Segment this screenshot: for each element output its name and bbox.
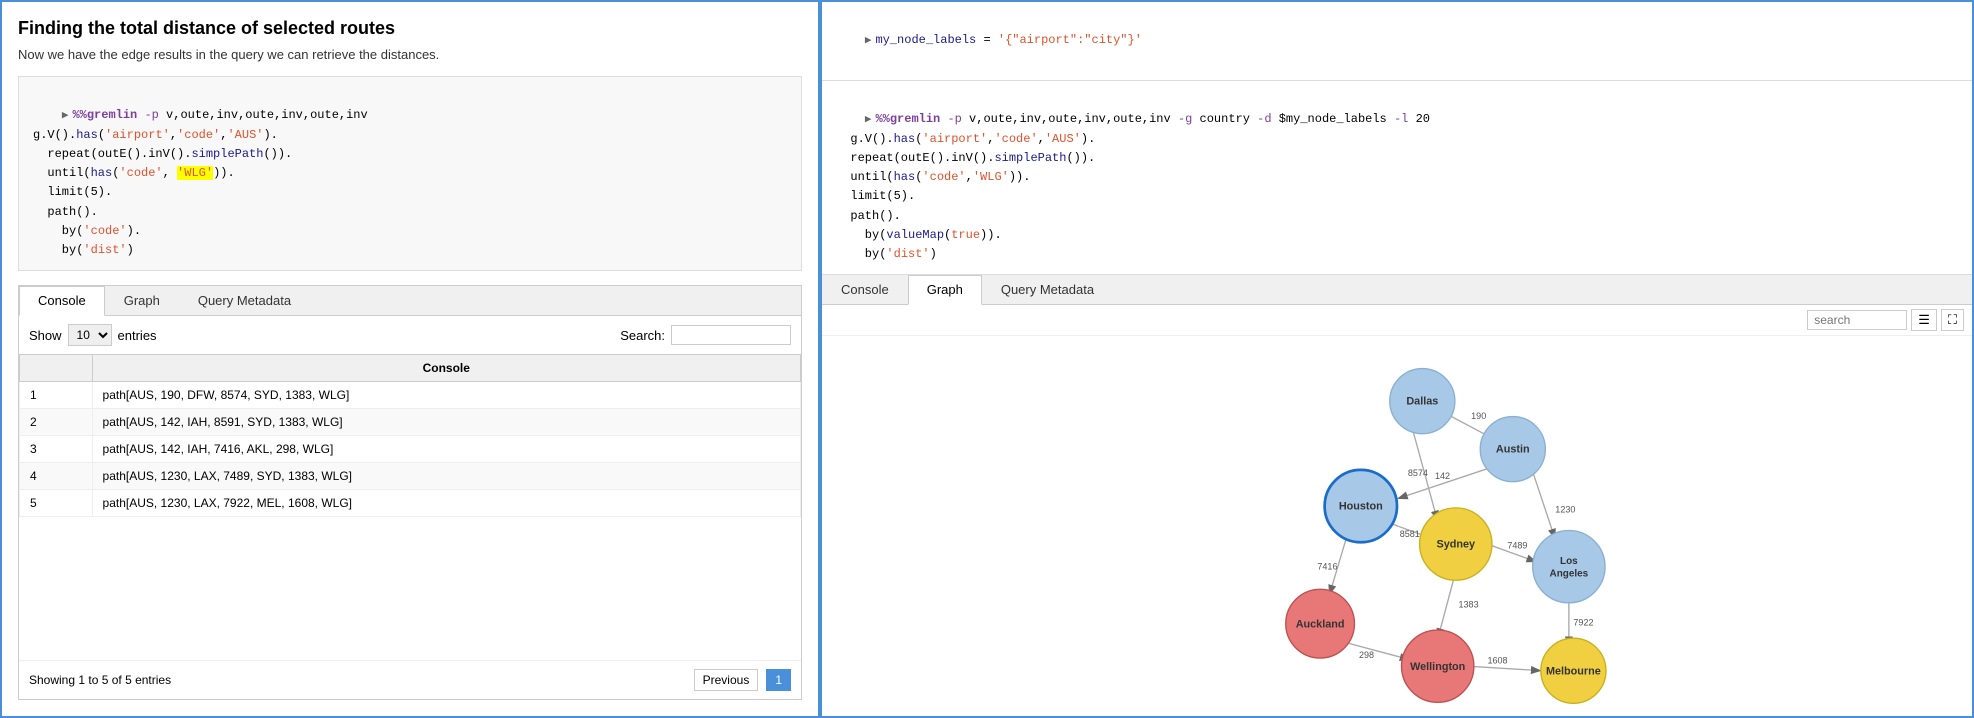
- svg-text:1383: 1383: [1459, 599, 1479, 609]
- svg-text:190: 190: [1471, 411, 1486, 421]
- left-bottom: Console Graph Query Metadata Show 10 25 …: [18, 285, 802, 700]
- left-panel: Finding the total distance of selected r…: [0, 0, 820, 718]
- table-row: 1path[AUS, 190, DFW, 8574, SYD, 1383, WL…: [20, 382, 801, 409]
- svg-text:Houston: Houston: [1339, 501, 1383, 513]
- table-search-input[interactable]: [671, 325, 791, 345]
- footer-text: Showing 1 to 5 of 5 entries: [29, 673, 171, 687]
- table-row: 3path[AUS, 142, IAH, 7416, AKL, 298, WLG…: [20, 436, 801, 463]
- row-value: path[AUS, 190, DFW, 8574, SYD, 1383, WLG…: [92, 382, 800, 409]
- search-label-text: Search:: [620, 328, 665, 343]
- right-code-block: ▶%%gremlin -p v,oute,inv,oute,inv,oute,i…: [822, 81, 1972, 275]
- row-value: path[AUS, 142, IAH, 7416, AKL, 298, WLG]: [92, 436, 800, 463]
- entries-label: entries: [118, 328, 157, 343]
- svg-text:Angeles: Angeles: [1550, 569, 1589, 580]
- table-row: 4path[AUS, 1230, LAX, 7489, SYD, 1383, W…: [20, 463, 801, 490]
- search-label-area: Search:: [620, 325, 791, 345]
- left-tabs-bar: Console Graph Query Metadata: [19, 286, 801, 316]
- run-icon-right2: ▶: [865, 112, 872, 130]
- tab-query-metadata-left[interactable]: Query Metadata: [179, 286, 310, 315]
- svg-text:8574: 8574: [1408, 468, 1428, 478]
- svg-text:8581: 8581: [1400, 529, 1420, 539]
- right-tabs-area: Console Graph Query Metadata ☰ ⛶ 190: [822, 275, 1972, 716]
- list-view-button[interactable]: ☰: [1911, 309, 1937, 331]
- svg-text:7416: 7416: [1317, 561, 1337, 571]
- tab-graph-left[interactable]: Graph: [105, 286, 179, 315]
- show-label: Show: [29, 328, 62, 343]
- right-panel: ▶my_node_labels = '{"airport":"city"}' ▶…: [820, 0, 1974, 718]
- tab-graph-right[interactable]: Graph: [908, 275, 982, 305]
- page-title: Finding the total distance of selected r…: [18, 18, 802, 39]
- table-row: 2path[AUS, 142, IAH, 8591, SYD, 1383, WL…: [20, 409, 801, 436]
- right-tabs-bar: Console Graph Query Metadata: [822, 275, 1972, 305]
- show-entries: Show 10 25 50 entries: [29, 324, 157, 346]
- subtitle: Now we have the edge results in the quer…: [18, 47, 802, 62]
- row-num: 4: [20, 463, 93, 490]
- row-value: path[AUS, 1230, LAX, 7922, MEL, 1608, WL…: [92, 490, 800, 517]
- row-num: 5: [20, 490, 93, 517]
- svg-text:Melbourne: Melbourne: [1546, 665, 1601, 677]
- row-num: 3: [20, 436, 93, 463]
- row-value: path[AUS, 142, IAH, 8591, SYD, 1383, WLG…: [92, 409, 800, 436]
- entries-select[interactable]: 10 25 50: [68, 324, 112, 346]
- svg-text:142: 142: [1435, 471, 1450, 481]
- svg-text:7489: 7489: [1507, 541, 1527, 551]
- table-row: 5path[AUS, 1230, LAX, 7922, MEL, 1608, W…: [20, 490, 801, 517]
- fullscreen-button[interactable]: ⛶: [1941, 309, 1964, 331]
- tab-console-right[interactable]: Console: [822, 275, 908, 304]
- col-num-header: [20, 355, 93, 382]
- prev-button[interactable]: Previous: [694, 669, 759, 691]
- graph-svg: 190 8574 142 1230 8581 7489 1383: [822, 336, 1972, 716]
- svg-text:Los: Los: [1560, 556, 1578, 567]
- run-icon: ▶: [62, 108, 69, 126]
- table-footer: Showing 1 to 5 of 5 entries Previous 1: [19, 660, 801, 699]
- results-table: Console 1path[AUS, 190, DFW, 8574, SYD, …: [19, 354, 801, 517]
- svg-text:Sydney: Sydney: [1437, 539, 1476, 551]
- run-icon-right: ▶: [865, 33, 872, 51]
- graph-toolbar: ☰ ⛶: [822, 305, 1972, 336]
- graph-search-input[interactable]: [1807, 310, 1907, 330]
- col-console-header: Console: [92, 355, 800, 382]
- table-controls: Show 10 25 50 entries Search:: [19, 316, 801, 354]
- var-name: my_node_labels: [875, 33, 976, 47]
- svg-text:Auckland: Auckland: [1296, 618, 1345, 630]
- svg-text:Dallas: Dallas: [1406, 396, 1438, 408]
- code-block-left: ▶%%gremlin -p v,oute,inv,oute,inv,oute,i…: [18, 76, 802, 271]
- right-code-area: ▶my_node_labels = '{"airport":"city"}': [822, 2, 1972, 81]
- svg-text:Wellington: Wellington: [1410, 661, 1465, 673]
- row-num: 2: [20, 409, 93, 436]
- row-num: 1: [20, 382, 93, 409]
- svg-text:1608: 1608: [1487, 656, 1507, 666]
- svg-text:7922: 7922: [1573, 618, 1593, 628]
- magic-cmd: %%gremlin: [72, 108, 137, 122]
- graph-area: 190 8574 142 1230 8581 7489 1383: [822, 336, 1972, 716]
- svg-text:Austin: Austin: [1496, 444, 1530, 456]
- tab-console-left[interactable]: Console: [19, 286, 105, 316]
- pagination: Previous 1: [694, 669, 791, 691]
- row-value: path[AUS, 1230, LAX, 7489, SYD, 1383, WL…: [92, 463, 800, 490]
- svg-text:1230: 1230: [1555, 504, 1575, 514]
- svg-text:298: 298: [1359, 650, 1374, 660]
- tab-query-metadata-right[interactable]: Query Metadata: [982, 275, 1113, 304]
- page-number[interactable]: 1: [766, 669, 791, 691]
